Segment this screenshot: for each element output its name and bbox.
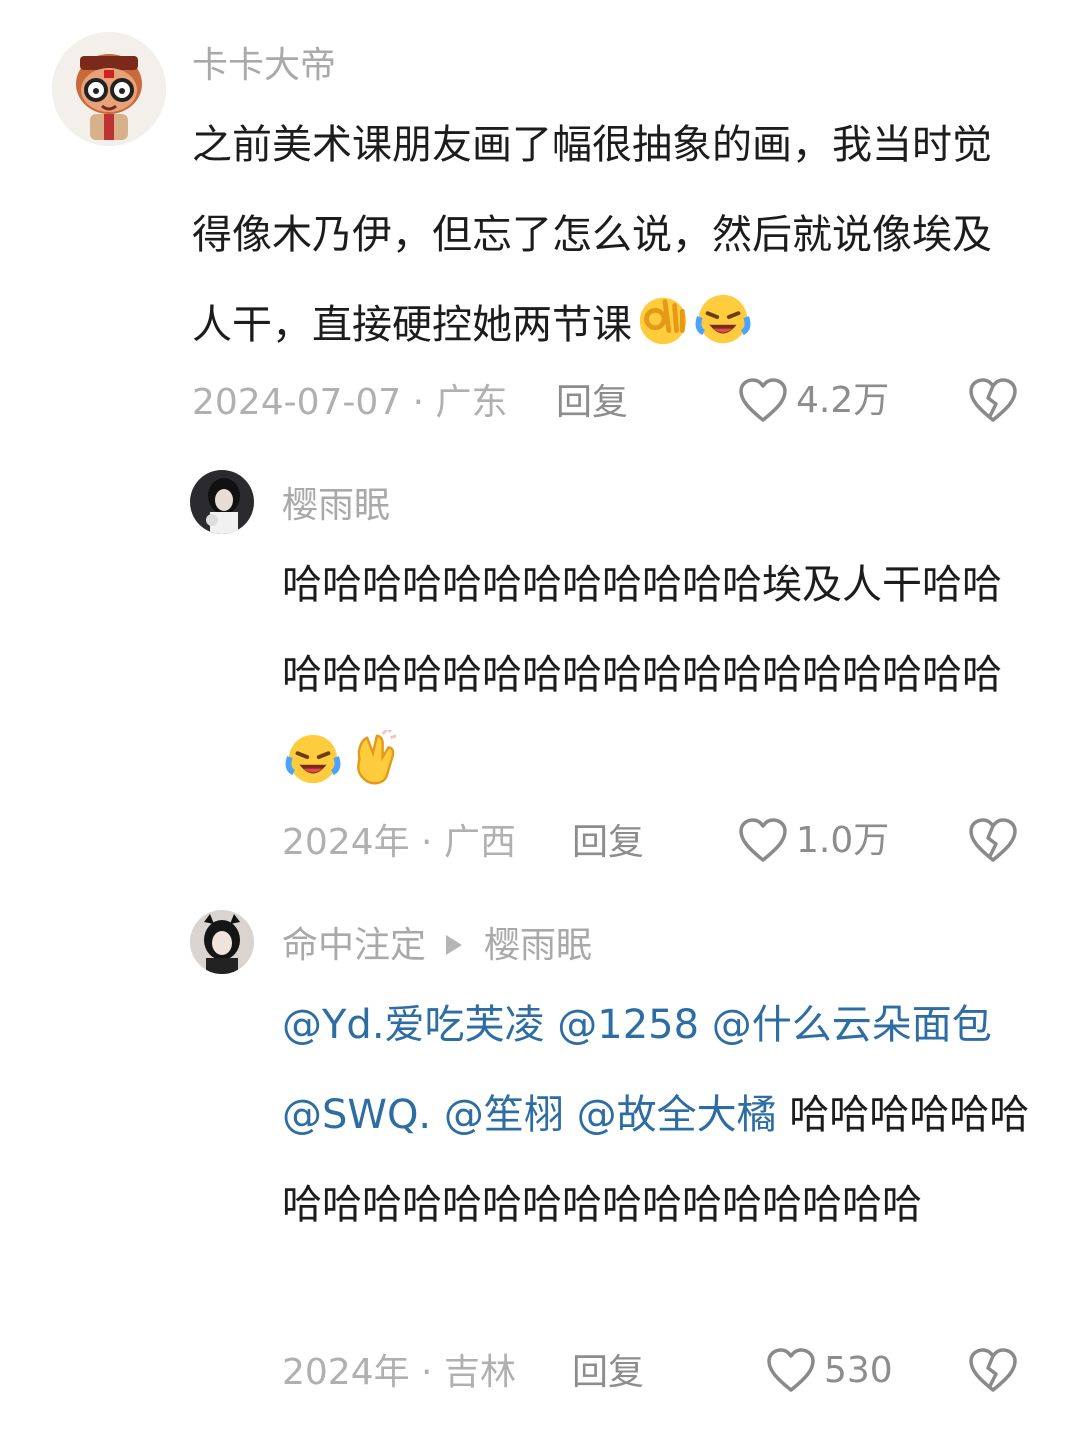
laughing-crying-emoji-icon [284, 730, 342, 788]
like-button[interactable]: 530 [766, 1346, 893, 1396]
ok-hand-emoji-icon [634, 290, 692, 348]
clapping-hand-emoji-icon [344, 730, 402, 788]
cartoon-avatar-icon [52, 32, 166, 146]
reply-button[interactable]: 回复 [572, 1348, 644, 1398]
reply-comment: 樱雨眠 哈哈哈哈哈哈哈哈哈哈哈哈埃及人干哈哈哈哈哈哈哈哈哈哈哈哈哈哈哈哈哈哈哈哈… [0, 450, 1080, 890]
broken-heart-icon [969, 378, 1017, 422]
reply-comment: 命中注定 樱雨眠 @Yd.爱吃芙凌 @1258 @什么云朵面包 @SWQ. @笙栩… [0, 890, 1080, 1440]
comment-body: 之前美术课朋友画了幅很抽象的画，我当时觉得像木乃伊，但忘了怎么说，然后就说像埃及… [192, 122, 992, 348]
username[interactable]: 樱雨眠 [282, 484, 390, 528]
heart-icon [767, 1348, 815, 1392]
reply-button[interactable]: 回复 [572, 818, 644, 868]
like-count: 4.2万 [796, 380, 890, 421]
like-button[interactable]: 1.0万 [738, 816, 889, 866]
username[interactable]: 卡卡大帝 [192, 44, 336, 88]
reply-button[interactable]: 回复 [556, 378, 628, 428]
reply-to-username[interactable]: 樱雨眠 [484, 925, 592, 966]
dislike-button[interactable] [968, 1348, 1018, 1394]
comment-text: @Yd.爱吃芙凌 @1258 @什么云朵面包 @SWQ. @笙栩 @故全大橘 哈… [282, 980, 1030, 1250]
broken-heart-icon [969, 1348, 1017, 1392]
photo-avatar-icon [190, 910, 254, 974]
username[interactable]: 命中注定 [282, 925, 426, 966]
comment-text: 之前美术课朋友画了幅很抽象的画，我当时觉得像木乃伊，但忘了怎么说，然后就说像埃及… [192, 100, 1012, 370]
dislike-button[interactable] [968, 378, 1018, 424]
heart-icon [739, 378, 787, 422]
comment-body: 哈哈哈哈哈哈哈哈哈哈哈哈埃及人干哈哈哈哈哈哈哈哈哈哈哈哈哈哈哈哈哈哈哈哈 [282, 562, 1002, 698]
date-location: 2024-07-07 · 广东 [192, 382, 508, 423]
date-location: 2024年 · 吉林 [282, 1352, 516, 1393]
like-count: 530 [824, 1350, 893, 1391]
avatar[interactable] [190, 470, 254, 534]
date-location: 2024年 · 广西 [282, 822, 516, 863]
like-count: 1.0万 [796, 820, 890, 861]
broken-heart-icon [969, 818, 1017, 862]
photo-avatar-icon [190, 470, 254, 534]
avatar[interactable] [190, 910, 254, 974]
reply-arrow-icon [446, 935, 463, 955]
laughing-crying-emoji-icon [694, 290, 752, 348]
avatar[interactable] [52, 32, 166, 146]
comment: 卡卡大帝 之前美术课朋友画了幅很抽象的画，我当时觉得像木乃伊，但忘了怎么说，然后… [0, 0, 1080, 450]
like-button[interactable]: 4.2万 [738, 376, 889, 426]
comment-text: 哈哈哈哈哈哈哈哈哈哈哈哈埃及人干哈哈哈哈哈哈哈哈哈哈哈哈哈哈哈哈哈哈哈哈 [282, 540, 1012, 810]
dislike-button[interactable] [968, 818, 1018, 864]
username-line: 命中注定 樱雨眠 [282, 924, 592, 968]
heart-icon [739, 818, 787, 862]
